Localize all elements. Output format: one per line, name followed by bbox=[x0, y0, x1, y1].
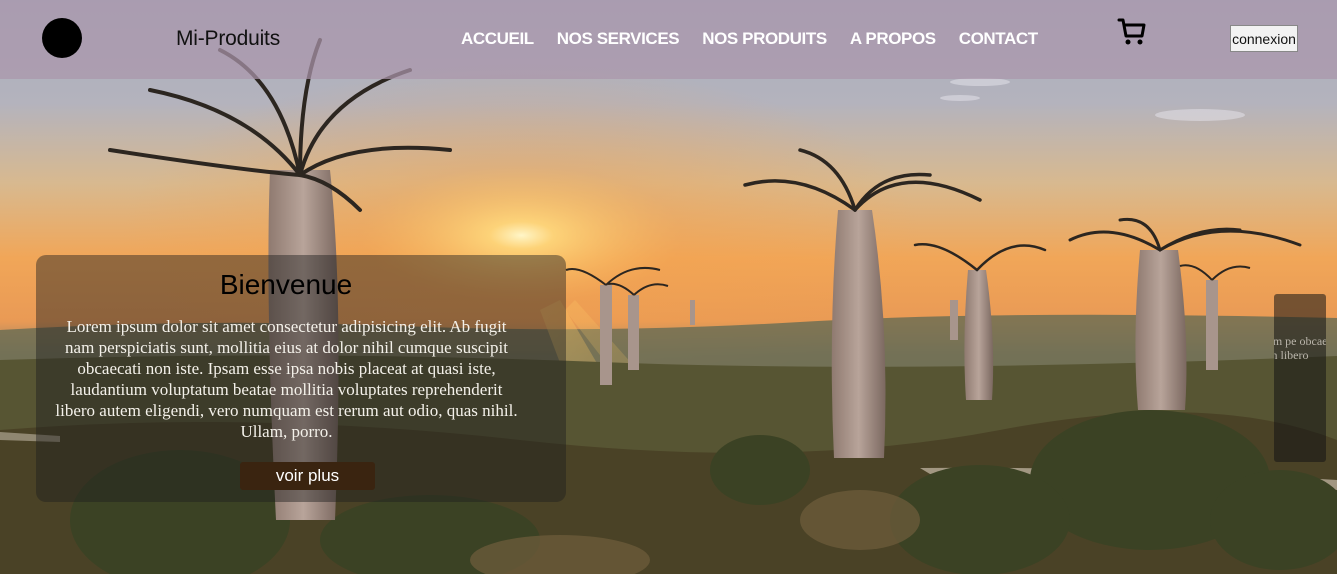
main-nav: ACCUEIL NOS SERVICES NOS PRODUITS A PROP… bbox=[461, 29, 1038, 49]
welcome-title: Bienvenue bbox=[219, 269, 353, 300]
next-slide-text: Lorem nam pe obcae laudan libero bbox=[1274, 334, 1326, 362]
nav-link-accueil[interactable]: ACCUEIL bbox=[461, 29, 534, 49]
nav-link-nos-services[interactable]: NOS SERVICES bbox=[557, 29, 680, 49]
login-button[interactable]: connexion bbox=[1230, 25, 1298, 52]
nav-link-a-propos[interactable]: A PROPOS bbox=[850, 29, 936, 49]
see-more-button[interactable]: voir plus bbox=[240, 462, 375, 490]
welcome-card: Bienvenue Lorem ipsum dolor sit amet con… bbox=[36, 255, 566, 502]
brand-name[interactable]: Mi-Produits bbox=[176, 27, 280, 51]
next-slide-card[interactable]: Lorem nam pe obcae laudan libero bbox=[1274, 294, 1326, 462]
navbar: Mi-Produits ACCUEIL NOS SERVICES NOS PRO… bbox=[0, 0, 1337, 79]
shopping-cart-icon[interactable] bbox=[1117, 17, 1147, 47]
welcome-text: Lorem ipsum dolor sit amet consectetur a… bbox=[55, 317, 518, 441]
logo-icon[interactable] bbox=[42, 18, 82, 58]
nav-link-contact[interactable]: CONTACT bbox=[959, 29, 1038, 49]
nav-link-nos-produits[interactable]: NOS PRODUITS bbox=[702, 29, 827, 49]
